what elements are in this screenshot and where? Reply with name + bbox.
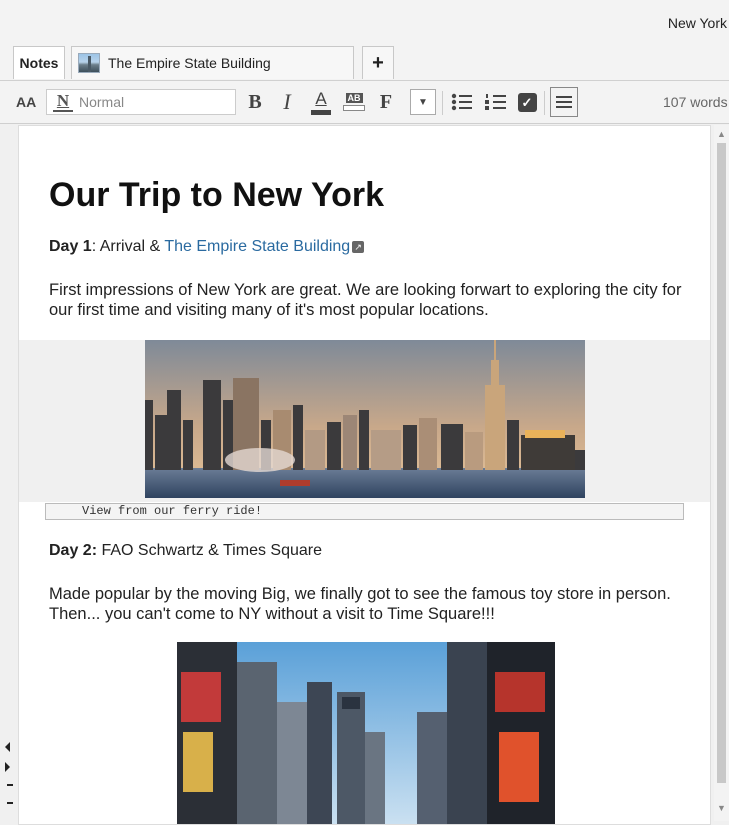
paragraph-style-value: Normal <box>79 94 125 110</box>
font-color-swatch <box>311 110 331 115</box>
bold-button[interactable]: B <box>244 89 266 115</box>
font-size-button[interactable]: AA <box>16 89 36 115</box>
image-caption[interactable]: View from our ferry ride! <box>45 503 684 520</box>
plus-icon: + <box>372 51 384 74</box>
toolbar-divider <box>544 91 545 115</box>
bullet-list-icon <box>451 93 472 111</box>
scroll-down-icon[interactable]: ▼ <box>717 803 726 813</box>
image-ferry-container <box>19 340 710 502</box>
normal-style-icon: N <box>53 92 73 112</box>
tab-empire-state-building[interactable]: The Empire State Building <box>71 46 354 79</box>
window-title: New York <box>667 15 727 31</box>
italic-button[interactable]: I <box>276 89 298 115</box>
highlight-swatch <box>343 105 365 111</box>
word-count: 107 words <box>663 94 728 110</box>
highlight-button[interactable]: AB <box>341 89 367 115</box>
more-format-dropdown[interactable]: ▼ <box>410 89 436 115</box>
vertical-scrollbar[interactable]: ▲ ▼ <box>714 125 729 821</box>
paragraph-2: Made popular by the moving Big, we final… <box>49 585 671 623</box>
tab-doc-label: The Empire State Building <box>108 55 271 71</box>
checklist-button[interactable]: ✓ <box>516 89 538 115</box>
chevron-down-icon: ▼ <box>418 96 428 108</box>
day1-label: Day 1 <box>49 238 92 255</box>
font-family-button[interactable]: F <box>375 89 397 115</box>
bold-icon: B <box>248 90 262 113</box>
checkbox-icon: ✓ <box>517 92 537 112</box>
numbered-list-icon <box>485 94 506 110</box>
day2-label: Day 2: <box>49 542 98 559</box>
day1-heading: Day 1: Arrival & The Empire State Buildi… <box>49 238 365 256</box>
italic-icon: I <box>283 89 291 114</box>
paragraph-style-select[interactable]: N Normal <box>46 89 236 115</box>
scrollbar-thumb[interactable] <box>717 143 726 783</box>
font-color-icon: A <box>315 89 327 108</box>
resize-handle-icon[interactable] <box>5 742 15 822</box>
building-thumbnail-icon <box>78 53 100 73</box>
font-family-icon: F <box>379 90 393 113</box>
bullet-list-button[interactable] <box>450 89 474 115</box>
align-button[interactable] <box>550 87 578 117</box>
paragraph-1: First impressions of New York are great.… <box>49 281 682 319</box>
tab-notes[interactable]: Notes <box>13 46 65 79</box>
highlight-icon: AB <box>345 93 363 103</box>
external-link-icon[interactable]: ↗ <box>352 240 365 253</box>
document-title: Our Trip to New York <box>49 176 385 214</box>
scroll-up-icon[interactable]: ▲ <box>717 129 726 139</box>
font-size-icon: AA <box>16 94 37 110</box>
day2-text: FAO Schwartz & Times Square <box>97 542 322 559</box>
day1-text: : Arrival & <box>91 238 165 255</box>
document-page[interactable]: Our Trip to New York Day 1: Arrival & Th… <box>18 125 711 825</box>
empire-state-link[interactable]: The Empire State Building <box>164 238 350 255</box>
add-tab-button[interactable]: + <box>362 46 394 79</box>
align-justify-icon <box>556 96 572 108</box>
times-square-photo[interactable] <box>177 642 555 825</box>
skyline-photo[interactable] <box>145 340 585 498</box>
tab-notes-label: Notes <box>19 55 59 71</box>
tab-bar: Notes The Empire State Building + <box>0 44 729 81</box>
formatting-toolbar: AA N Normal B I A AB F ▼ ✓ 107 words <box>0 81 729 124</box>
title-bar: New York <box>0 0 729 44</box>
numbered-list-button[interactable] <box>484 89 508 115</box>
toolbar-divider <box>442 91 443 115</box>
font-color-button[interactable]: A <box>308 89 334 115</box>
day2-heading: Day 2: FAO Schwartz & Times Square <box>49 542 322 560</box>
